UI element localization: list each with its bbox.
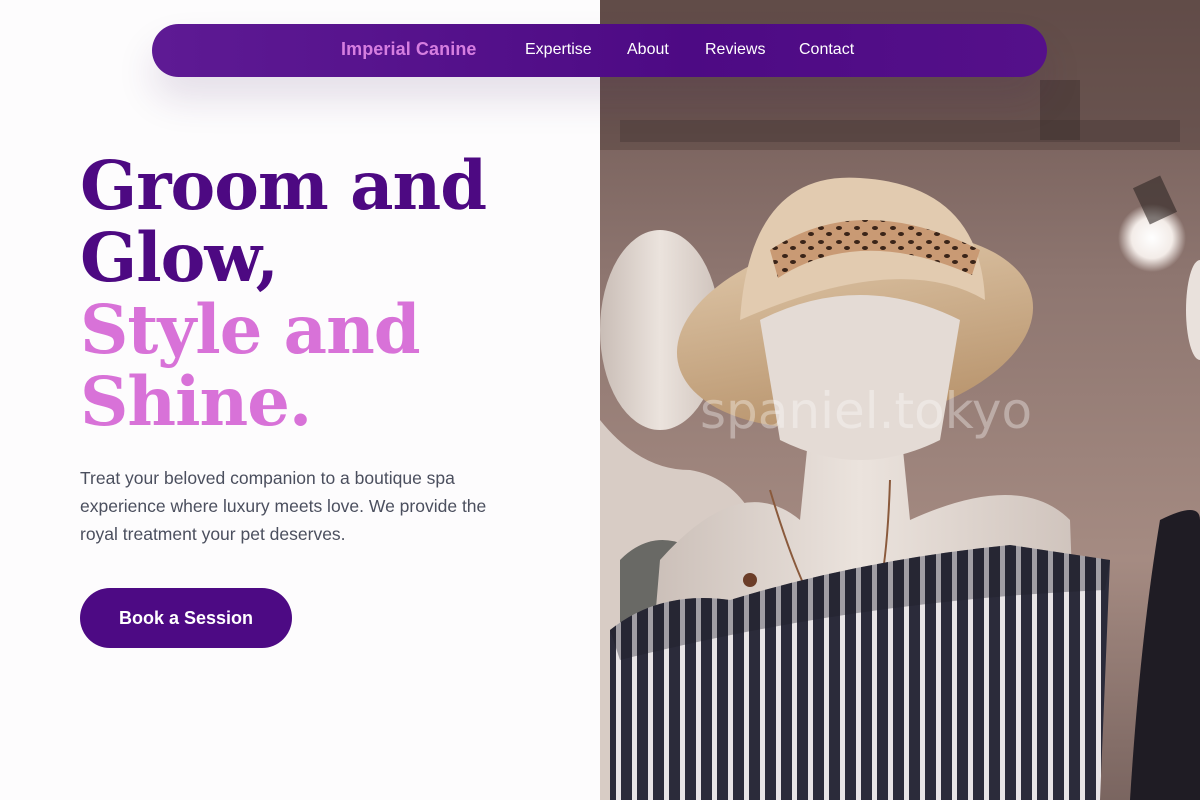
headline-line-2: Glow,: [80, 218, 279, 297]
top-navigation: Imperial Canine Expertise About Reviews …: [152, 24, 1047, 77]
image-watermark: spaniel.tokyo: [700, 382, 1032, 440]
nav-link-contact[interactable]: Contact: [799, 41, 854, 59]
nav-link-about[interactable]: About: [627, 41, 669, 59]
brand-logo[interactable]: Imperial Canine: [341, 39, 477, 60]
hero-description: Treat your beloved companion to a boutiq…: [80, 468, 487, 544]
hero-headline: Groom and Glow, Style and Shine.: [80, 146, 487, 441]
headline-line-4: Shine.: [80, 362, 312, 441]
nav-link-reviews[interactable]: Reviews: [705, 41, 765, 59]
landing-page: Groom and Glow, Style and Shine. Treat y…: [0, 0, 1200, 800]
book-session-button[interactable]: Book a Session: [80, 588, 292, 648]
hero-left-panel: Groom and Glow, Style and Shine. Treat y…: [0, 0, 600, 800]
headline-line-1: Groom and: [80, 146, 487, 225]
hero-image: spaniel.tokyo: [600, 0, 1200, 800]
nav-link-expertise[interactable]: Expertise: [525, 41, 592, 59]
headline-line-3: Style and: [80, 290, 421, 369]
